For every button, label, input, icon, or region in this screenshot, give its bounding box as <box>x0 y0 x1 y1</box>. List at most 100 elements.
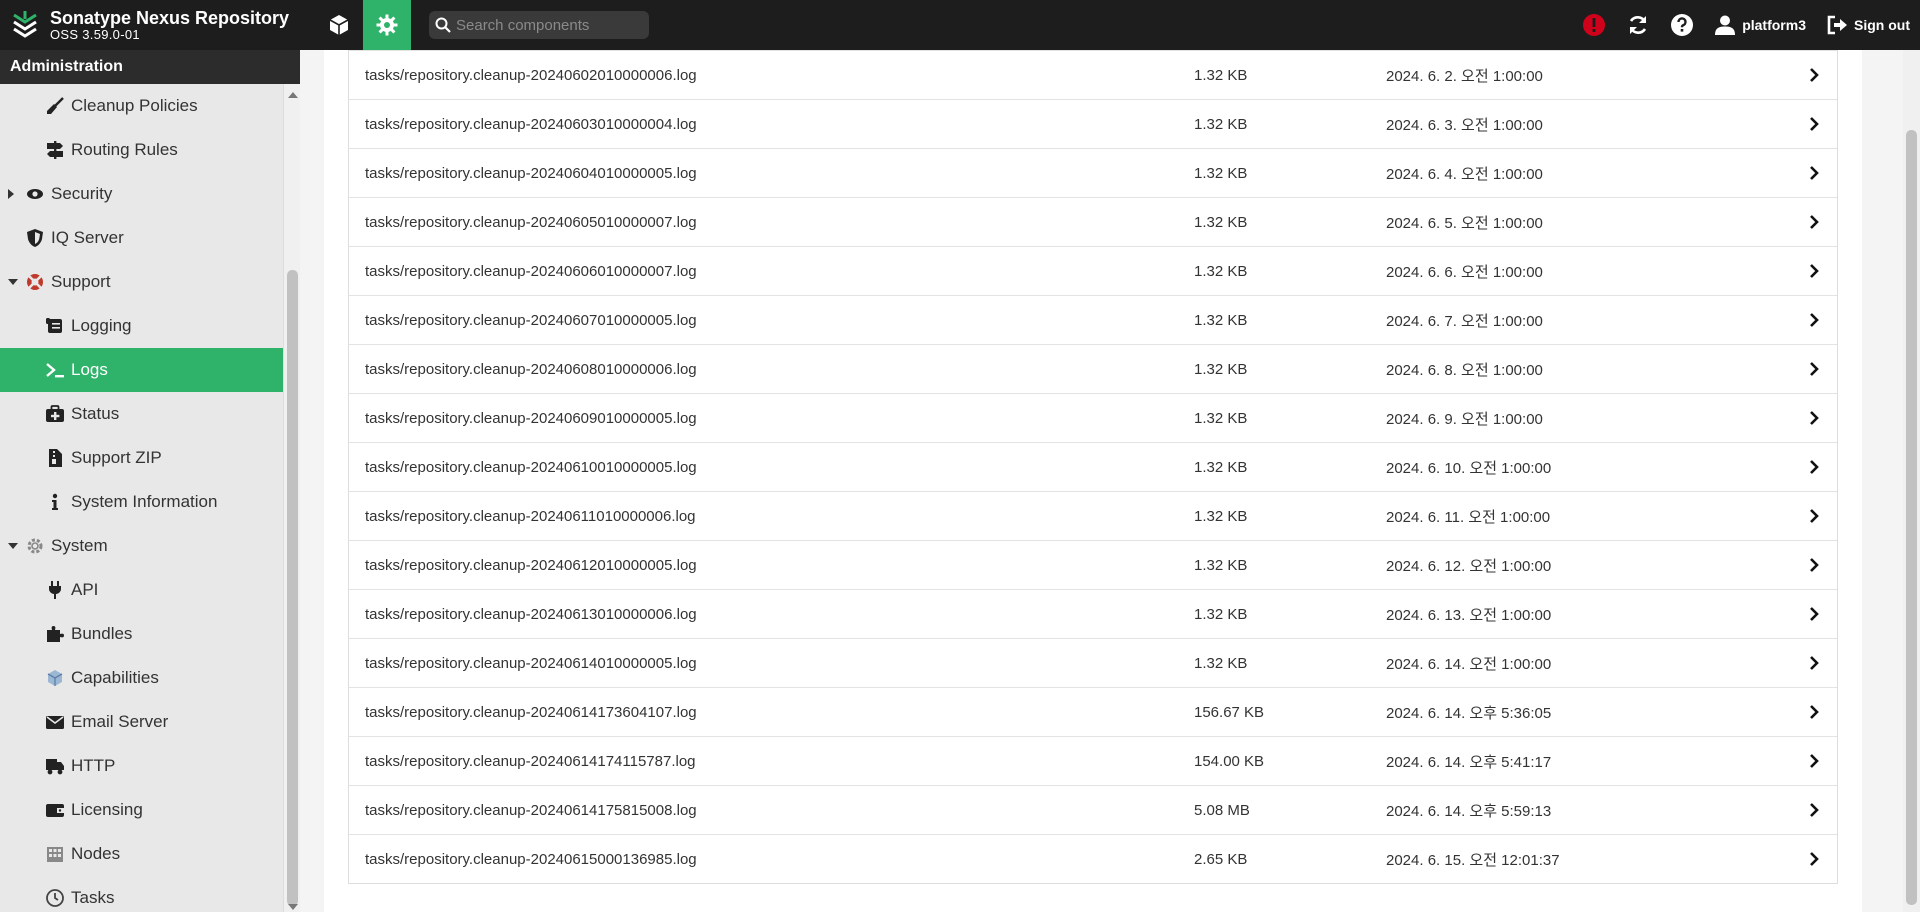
table-row[interactable]: tasks/repository.cleanup-202406030100000… <box>349 99 1837 148</box>
sidebar-item-email-server[interactable]: Email Server <box>0 700 283 744</box>
sidebar-item-routing-rules[interactable]: Routing Rules <box>0 128 283 172</box>
sidebar-item-cleanup-policies[interactable]: Cleanup Policies <box>0 84 283 128</box>
sidebar-item-label: Status <box>71 404 120 423</box>
chevron-right-icon[interactable] <box>1805 409 1823 427</box>
sidebar-item-bundles[interactable]: Bundles <box>0 612 283 656</box>
sidebar-item-logging[interactable]: Logging <box>0 304 283 348</box>
log-file-size: 1.32 KB <box>1194 654 1248 672</box>
table-row[interactable]: tasks/repository.cleanup-202406140100000… <box>349 638 1837 687</box>
table-row[interactable]: tasks/repository.cleanup-202406110100000… <box>349 491 1837 540</box>
sidebar-item-support-zip[interactable]: Support ZIP <box>0 436 283 480</box>
chevron-right-icon[interactable] <box>1805 458 1823 476</box>
table-row[interactable]: tasks/repository.cleanup-202406141758150… <box>349 785 1837 834</box>
sidebar-item-iq-server[interactable]: IQ Server <box>0 216 283 260</box>
log-file-date: 2024. 6. 14. 오후 5:59:13 <box>1386 802 1552 820</box>
expand-caret-icon[interactable] <box>8 189 14 199</box>
search-input[interactable] <box>456 16 646 34</box>
signpost-icon <box>45 140 65 160</box>
sidebar-item-status[interactable]: Status <box>0 392 283 436</box>
sidebar-item-label: Support <box>51 272 111 291</box>
chevron-right-icon[interactable] <box>1805 605 1823 623</box>
sidebar-item-system[interactable]: System <box>0 524 283 568</box>
chevron-right-icon[interactable] <box>1805 703 1823 721</box>
sidebar-item-label: Bundles <box>71 624 133 643</box>
scroll-up-arrow-icon[interactable] <box>288 92 298 98</box>
brand[interactable]: Sonatype Nexus Repository OSS 3.59.0-01 <box>0 0 315 50</box>
collapse-caret-icon[interactable] <box>8 543 18 549</box>
sidebar-item-licensing[interactable]: Licensing <box>0 788 283 832</box>
zip-file-icon <box>45 448 65 468</box>
sidebar-item-label: IQ Server <box>51 228 124 247</box>
chevron-right-icon[interactable] <box>1805 115 1823 133</box>
sidebar-item-label: System <box>51 536 108 555</box>
table-row[interactable]: tasks/repository.cleanup-202406120100000… <box>349 540 1837 589</box>
chevron-right-icon[interactable] <box>1805 801 1823 819</box>
sign-out-button[interactable]: Sign out <box>1816 0 1920 50</box>
page-scrollbar-thumb[interactable] <box>1906 130 1917 905</box>
page-scrollbar[interactable] <box>1903 50 1920 912</box>
administration-button[interactable] <box>363 0 411 50</box>
sidebar-item-security[interactable]: Security <box>0 172 283 216</box>
chevron-right-icon[interactable] <box>1805 360 1823 378</box>
sidebar-item-http[interactable]: HTTP <box>0 744 283 788</box>
page-scroll-area <box>1862 50 1920 912</box>
sidebar-item-tasks[interactable]: Tasks <box>0 876 283 912</box>
log-file-name: tasks/repository.cleanup-202406141758150… <box>365 801 697 819</box>
scroll-down-arrow-icon[interactable] <box>288 904 298 910</box>
sidebar-item-system-information[interactable]: System Information <box>0 480 283 524</box>
user-account-link[interactable]: platform3 <box>1704 0 1816 50</box>
collapse-caret-icon[interactable] <box>8 279 18 285</box>
log-file-size: 1.32 KB <box>1194 66 1248 84</box>
chevron-right-icon[interactable] <box>1805 507 1823 525</box>
table-row[interactable]: tasks/repository.cleanup-202406100100000… <box>349 442 1837 491</box>
sidebar-item-logs[interactable]: Logs <box>0 348 283 392</box>
log-file-name: tasks/repository.cleanup-202406070100000… <box>365 311 697 329</box>
chevron-right-icon[interactable] <box>1805 654 1823 672</box>
refresh-button[interactable] <box>1616 0 1660 50</box>
sidebar-item-api[interactable]: API <box>0 568 283 612</box>
table-row[interactable]: tasks/repository.cleanup-202406070100000… <box>349 295 1837 344</box>
table-row[interactable]: tasks/repository.cleanup-202406080100000… <box>349 344 1837 393</box>
table-row[interactable]: tasks/repository.cleanup-202406050100000… <box>349 197 1837 246</box>
chevron-right-icon[interactable] <box>1805 164 1823 182</box>
table-row[interactable]: tasks/repository.cleanup-202406020100000… <box>349 50 1837 99</box>
system-alert-button[interactable] <box>1572 0 1616 50</box>
envelope-icon <box>45 712 65 732</box>
sidebar-scrollbar[interactable] <box>283 84 300 912</box>
admin-sidebar: Administration Cleanup Policies Routing … <box>0 50 300 912</box>
table-row[interactable]: tasks/repository.cleanup-202406130100000… <box>349 589 1837 638</box>
log-file-size: 1.32 KB <box>1194 556 1248 574</box>
chevron-right-icon[interactable] <box>1805 213 1823 231</box>
table-row[interactable]: tasks/repository.cleanup-202406141736041… <box>349 687 1837 736</box>
sidebar-item-capabilities[interactable]: Capabilities <box>0 656 283 700</box>
chevron-right-icon[interactable] <box>1805 66 1823 84</box>
gear-icon <box>376 14 398 36</box>
building-icon <box>45 844 65 864</box>
chevron-right-icon[interactable] <box>1805 262 1823 280</box>
help-button[interactable] <box>1660 0 1704 50</box>
log-file-name: tasks/repository.cleanup-202406140100000… <box>365 654 697 672</box>
sidebar-item-label: Logs <box>71 360 108 379</box>
sidebar-item-nodes[interactable]: Nodes <box>0 832 283 876</box>
log-file-name: tasks/repository.cleanup-202406040100000… <box>365 164 697 182</box>
table-row[interactable]: tasks/repository.cleanup-202406060100000… <box>349 246 1837 295</box>
chevron-right-icon[interactable] <box>1805 556 1823 574</box>
search-box[interactable] <box>429 11 649 39</box>
chevron-right-icon[interactable] <box>1805 850 1823 868</box>
app-name: Sonatype Nexus Repository <box>50 7 290 28</box>
chevron-right-icon[interactable] <box>1805 311 1823 329</box>
sidebar-scrollbar-thumb[interactable] <box>287 270 298 906</box>
sidebar-item-label: Nodes <box>71 844 121 863</box>
chevron-right-icon[interactable] <box>1805 752 1823 770</box>
table-row[interactable]: tasks/repository.cleanup-202406090100000… <box>349 393 1837 442</box>
sidebar-item-label: HTTP <box>71 756 116 775</box>
log-file-date: 2024. 6. 3. 오전 1:00:00 <box>1386 116 1543 134</box>
log-file-date: 2024. 6. 2. 오전 1:00:00 <box>1386 67 1543 85</box>
log-file-date: 2024. 6. 15. 오전 12:01:37 <box>1386 851 1560 869</box>
table-row[interactable]: tasks/repository.cleanup-202406150001369… <box>349 834 1837 883</box>
log-file-date: 2024. 6. 5. 오전 1:00:00 <box>1386 214 1543 232</box>
sidebar-item-support[interactable]: Support <box>0 260 283 304</box>
browse-button[interactable] <box>315 0 363 50</box>
table-row[interactable]: tasks/repository.cleanup-202406141741157… <box>349 736 1837 785</box>
table-row[interactable]: tasks/repository.cleanup-202406040100000… <box>349 148 1837 197</box>
